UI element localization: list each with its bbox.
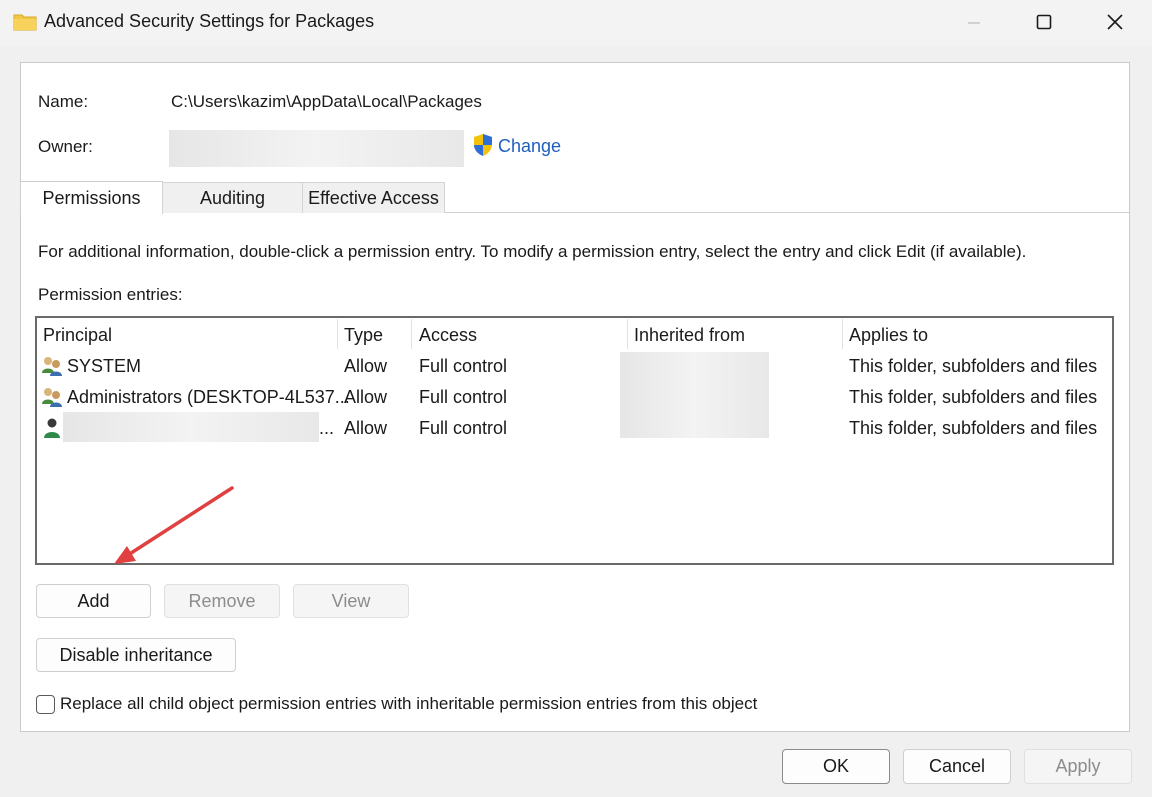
name-value: C:\Users\kazim\AppData\Local\Packages: [171, 92, 482, 111]
name-label: Name:: [38, 92, 89, 111]
disable-inheritance-button[interactable]: Disable inheritance: [36, 638, 236, 672]
close-button[interactable]: [1085, 0, 1145, 44]
cancel-button[interactable]: Cancel: [903, 749, 1011, 784]
column-principal[interactable]: Principal: [43, 325, 112, 346]
column-inherited-from[interactable]: Inherited from: [634, 325, 745, 346]
view-button[interactable]: View: [293, 584, 409, 618]
maximize-button[interactable]: [1014, 0, 1074, 44]
column-access[interactable]: Access: [419, 325, 477, 346]
table-row[interactable]: Administrators (DESKTOP-4L537... Allow F…: [37, 381, 1112, 412]
inherited-from-redacted: [620, 352, 769, 438]
group-icon: [42, 357, 62, 376]
applies-to-cell: This folder, subfolders and files: [849, 356, 1098, 376]
principal-cell: ...: [319, 418, 335, 438]
owner-value-redacted: [169, 130, 464, 167]
access-cell: Full control: [419, 356, 508, 376]
folder-icon: [13, 14, 37, 31]
info-text: For additional information, double-click…: [38, 242, 1027, 261]
change-owner-link[interactable]: Change: [498, 136, 561, 157]
tab-auditing[interactable]: Auditing: [162, 182, 303, 213]
column-separator[interactable]: [337, 319, 338, 349]
replace-permissions-label[interactable]: Replace all child object permission entr…: [60, 694, 757, 714]
minimize-button[interactable]: [944, 0, 1004, 44]
applies-to-cell: This folder, subfolders and files: [849, 387, 1098, 407]
maximize-icon: [1036, 14, 1052, 30]
access-cell: Full control: [419, 418, 508, 438]
type-cell: Allow: [344, 356, 388, 376]
replace-permissions-checkbox[interactable]: [36, 695, 55, 714]
column-applies-to[interactable]: Applies to: [849, 325, 928, 346]
principal-cell: Administrators (DESKTOP-4L537...: [67, 387, 350, 407]
type-cell: Allow: [344, 418, 388, 438]
shield-icon: [474, 134, 492, 156]
applies-to-cell: This folder, subfolders and files: [849, 418, 1098, 438]
permission-entries-label: Permission entries:: [38, 285, 183, 304]
group-icon: [42, 388, 62, 407]
principal-cell: SYSTEM: [67, 356, 142, 376]
window-title: Advanced Security Settings for Packages: [44, 11, 375, 31]
column-separator[interactable]: [627, 319, 628, 349]
principal-redacted: [63, 412, 319, 442]
apply-button[interactable]: Apply: [1024, 749, 1132, 784]
ok-button[interactable]: OK: [782, 749, 890, 784]
title-bar: Advanced Security Settings for Packages: [0, 0, 1152, 46]
tab-effective-access[interactable]: Effective Access: [302, 182, 445, 213]
remove-button[interactable]: Remove: [164, 584, 280, 618]
table-row[interactable]: SYSTEM Allow Full control This folder, s…: [37, 350, 1112, 381]
close-icon: [1107, 14, 1123, 30]
user-icon: [44, 418, 60, 438]
owner-label: Owner:: [38, 137, 93, 156]
tab-permissions[interactable]: Permissions: [20, 181, 163, 214]
minimize-icon: [968, 22, 980, 24]
type-cell: Allow: [344, 387, 388, 407]
column-separator[interactable]: [411, 319, 412, 349]
column-type[interactable]: Type: [344, 325, 383, 346]
column-separator[interactable]: [842, 319, 843, 349]
table-row[interactable]: ... Allow Full control This folder, subf…: [37, 412, 1112, 443]
add-button[interactable]: Add: [36, 584, 151, 618]
access-cell: Full control: [419, 387, 508, 407]
